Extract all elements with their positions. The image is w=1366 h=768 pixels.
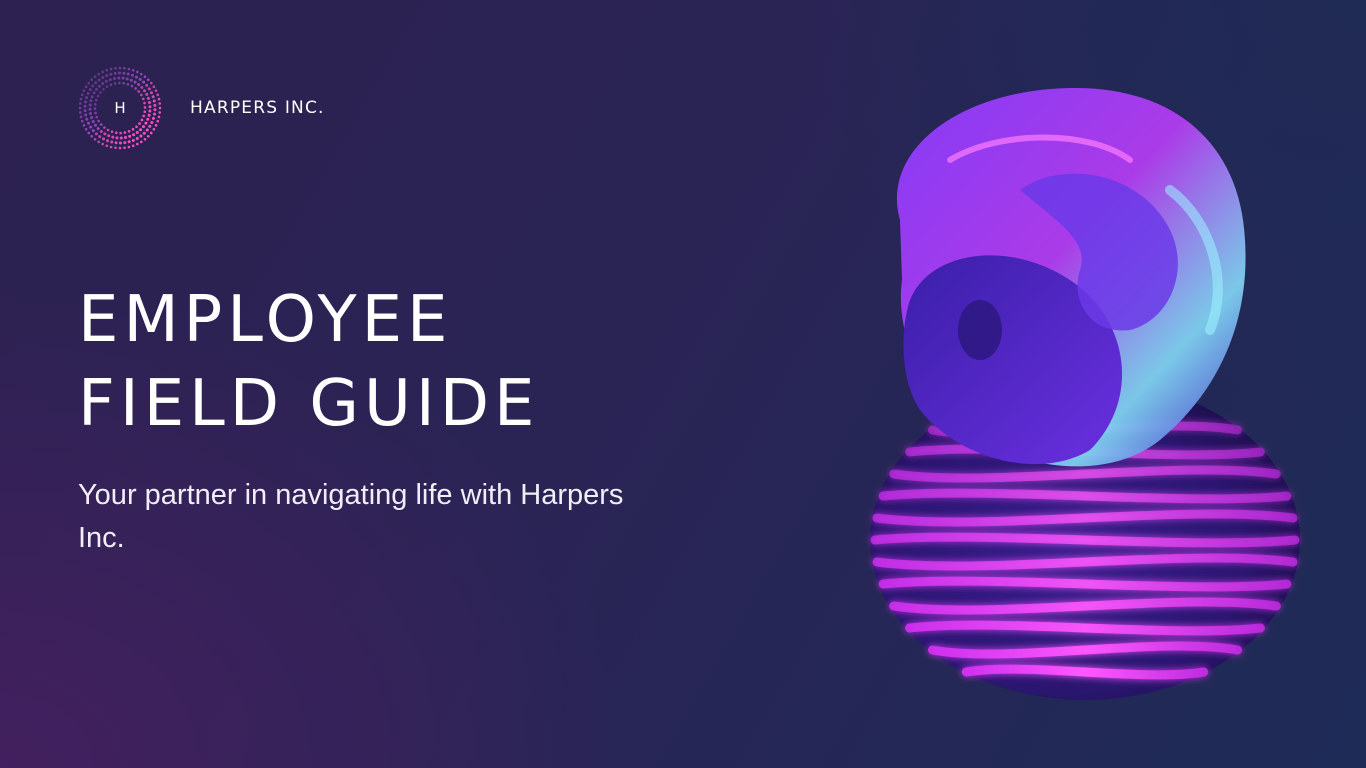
sculpture-hollow — [958, 300, 1002, 360]
company-name: HARPERS INC. — [190, 98, 325, 118]
abstract-sculpture-icon — [870, 87, 1300, 700]
page-title: EMPLOYEE FIELD GUIDE — [78, 278, 539, 446]
page-subtitle: Your partner in navigating life with Har… — [78, 479, 624, 554]
brand-header: H HARPERS INC. — [78, 66, 325, 150]
title-line-2: FIELD GUIDE — [78, 367, 540, 441]
logo-letter: H — [114, 99, 126, 117]
title-line-1: EMPLOYEE — [78, 283, 453, 357]
slide-cover: H HARPERS INC. EMPLOYEE FIELD GUIDE Your… — [0, 0, 1366, 768]
harpers-logo-icon: H — [78, 66, 162, 150]
